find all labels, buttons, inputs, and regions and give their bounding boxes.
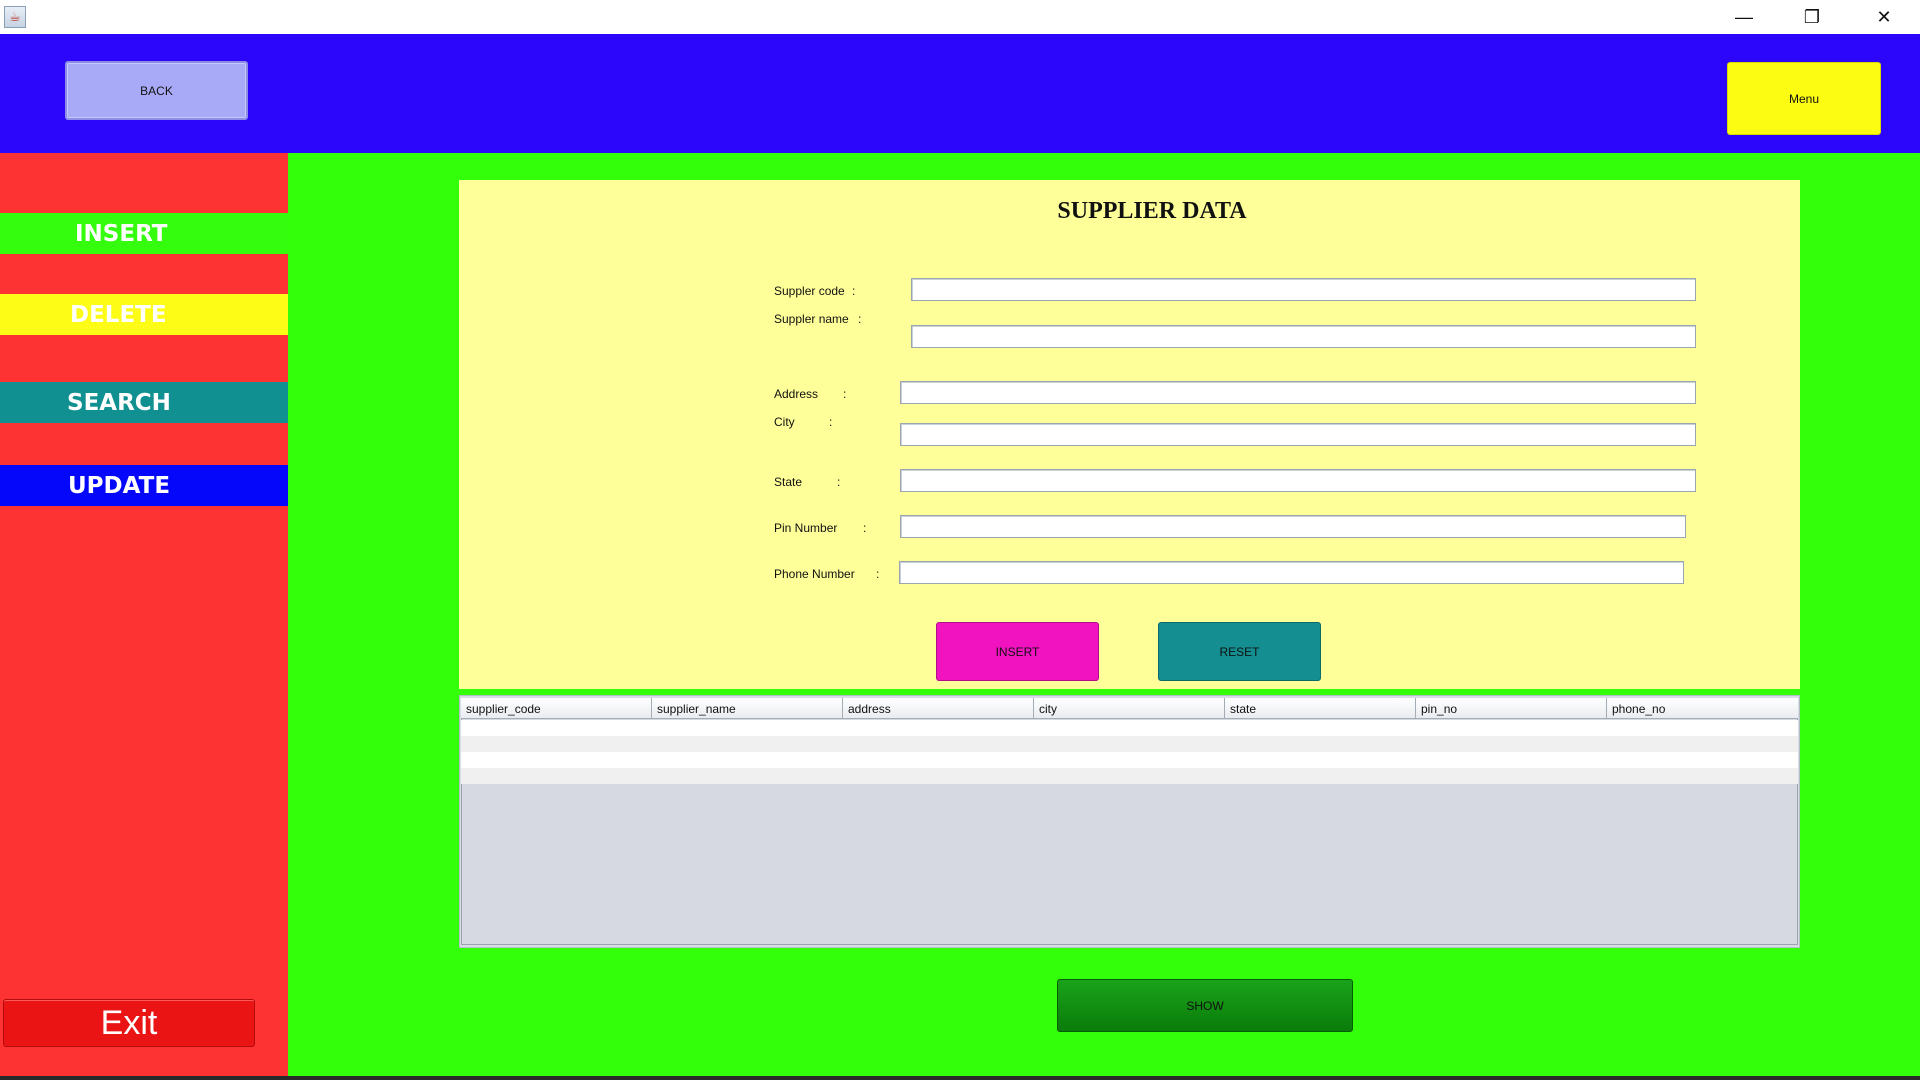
reset-button[interactable]: RESET [1158, 622, 1321, 681]
column-header-supplier-name[interactable]: supplier_name [652, 698, 843, 719]
supplier-name-field[interactable] [911, 325, 1696, 348]
show-button[interactable]: SHOW [1057, 979, 1353, 1032]
column-header-city[interactable]: city [1034, 698, 1225, 719]
label-colon: : [876, 567, 880, 581]
pin-number-field[interactable] [900, 515, 1686, 538]
table-row[interactable] [461, 736, 1798, 752]
column-header-phone-no[interactable]: phone_no [1607, 698, 1798, 719]
sidebar-item-search[interactable]: SEARCH [0, 382, 288, 423]
label-colon: : [863, 521, 867, 535]
address-field[interactable] [900, 381, 1696, 404]
insert-button[interactable]: INSERT [936, 622, 1099, 681]
java-cup-icon: ☕ [4, 6, 26, 28]
sidebar-item-update[interactable]: UPDATE [0, 465, 288, 506]
label-colon: : [843, 387, 847, 401]
menu-button[interactable]: Menu [1727, 62, 1881, 135]
table-row[interactable] [461, 768, 1798, 784]
sidebar [0, 153, 288, 1080]
table-row[interactable] [461, 752, 1798, 768]
table-header: supplier_code supplier_name address city… [461, 698, 1798, 719]
pin-number-label: Pin Number [774, 521, 838, 535]
sidebar-item-insert[interactable]: INSERT [0, 213, 288, 254]
column-header-supplier-code[interactable]: supplier_code [461, 698, 652, 719]
back-button[interactable]: BACK [65, 61, 248, 120]
window-titlebar [0, 0, 1920, 34]
state-label: State [774, 475, 803, 489]
exit-button[interactable]: Exit [3, 999, 255, 1047]
page-title: SUPPLIER DATA [1057, 198, 1247, 224]
label-colon: : [837, 475, 841, 489]
supplier-name-label: Suppler name [774, 312, 849, 326]
city-field[interactable] [900, 423, 1696, 446]
window-bottom-border [0, 1076, 1920, 1080]
table-row[interactable] [461, 720, 1798, 736]
column-header-pin-no[interactable]: pin_no [1416, 698, 1607, 719]
restore-icon[interactable]: ❐ [1778, 0, 1846, 34]
city-label: City [774, 415, 795, 429]
column-header-address[interactable]: address [843, 698, 1034, 719]
header-bar [0, 34, 1920, 153]
supplier-code-field[interactable] [911, 278, 1696, 301]
label-colon: : [852, 284, 856, 298]
minimize-icon[interactable]: — [1710, 0, 1778, 34]
close-icon[interactable]: ✕ [1850, 0, 1918, 34]
column-header-state[interactable]: state [1225, 698, 1416, 719]
label-colon: : [829, 415, 833, 429]
sidebar-item-delete[interactable]: DELETE [0, 294, 288, 335]
phone-number-label: Phone Number [774, 567, 855, 581]
address-label: Address [774, 387, 819, 401]
state-field[interactable] [900, 469, 1696, 492]
phone-number-field[interactable] [899, 561, 1684, 584]
label-colon: : [858, 312, 862, 326]
supplier-code-label: Suppler code [774, 284, 845, 298]
